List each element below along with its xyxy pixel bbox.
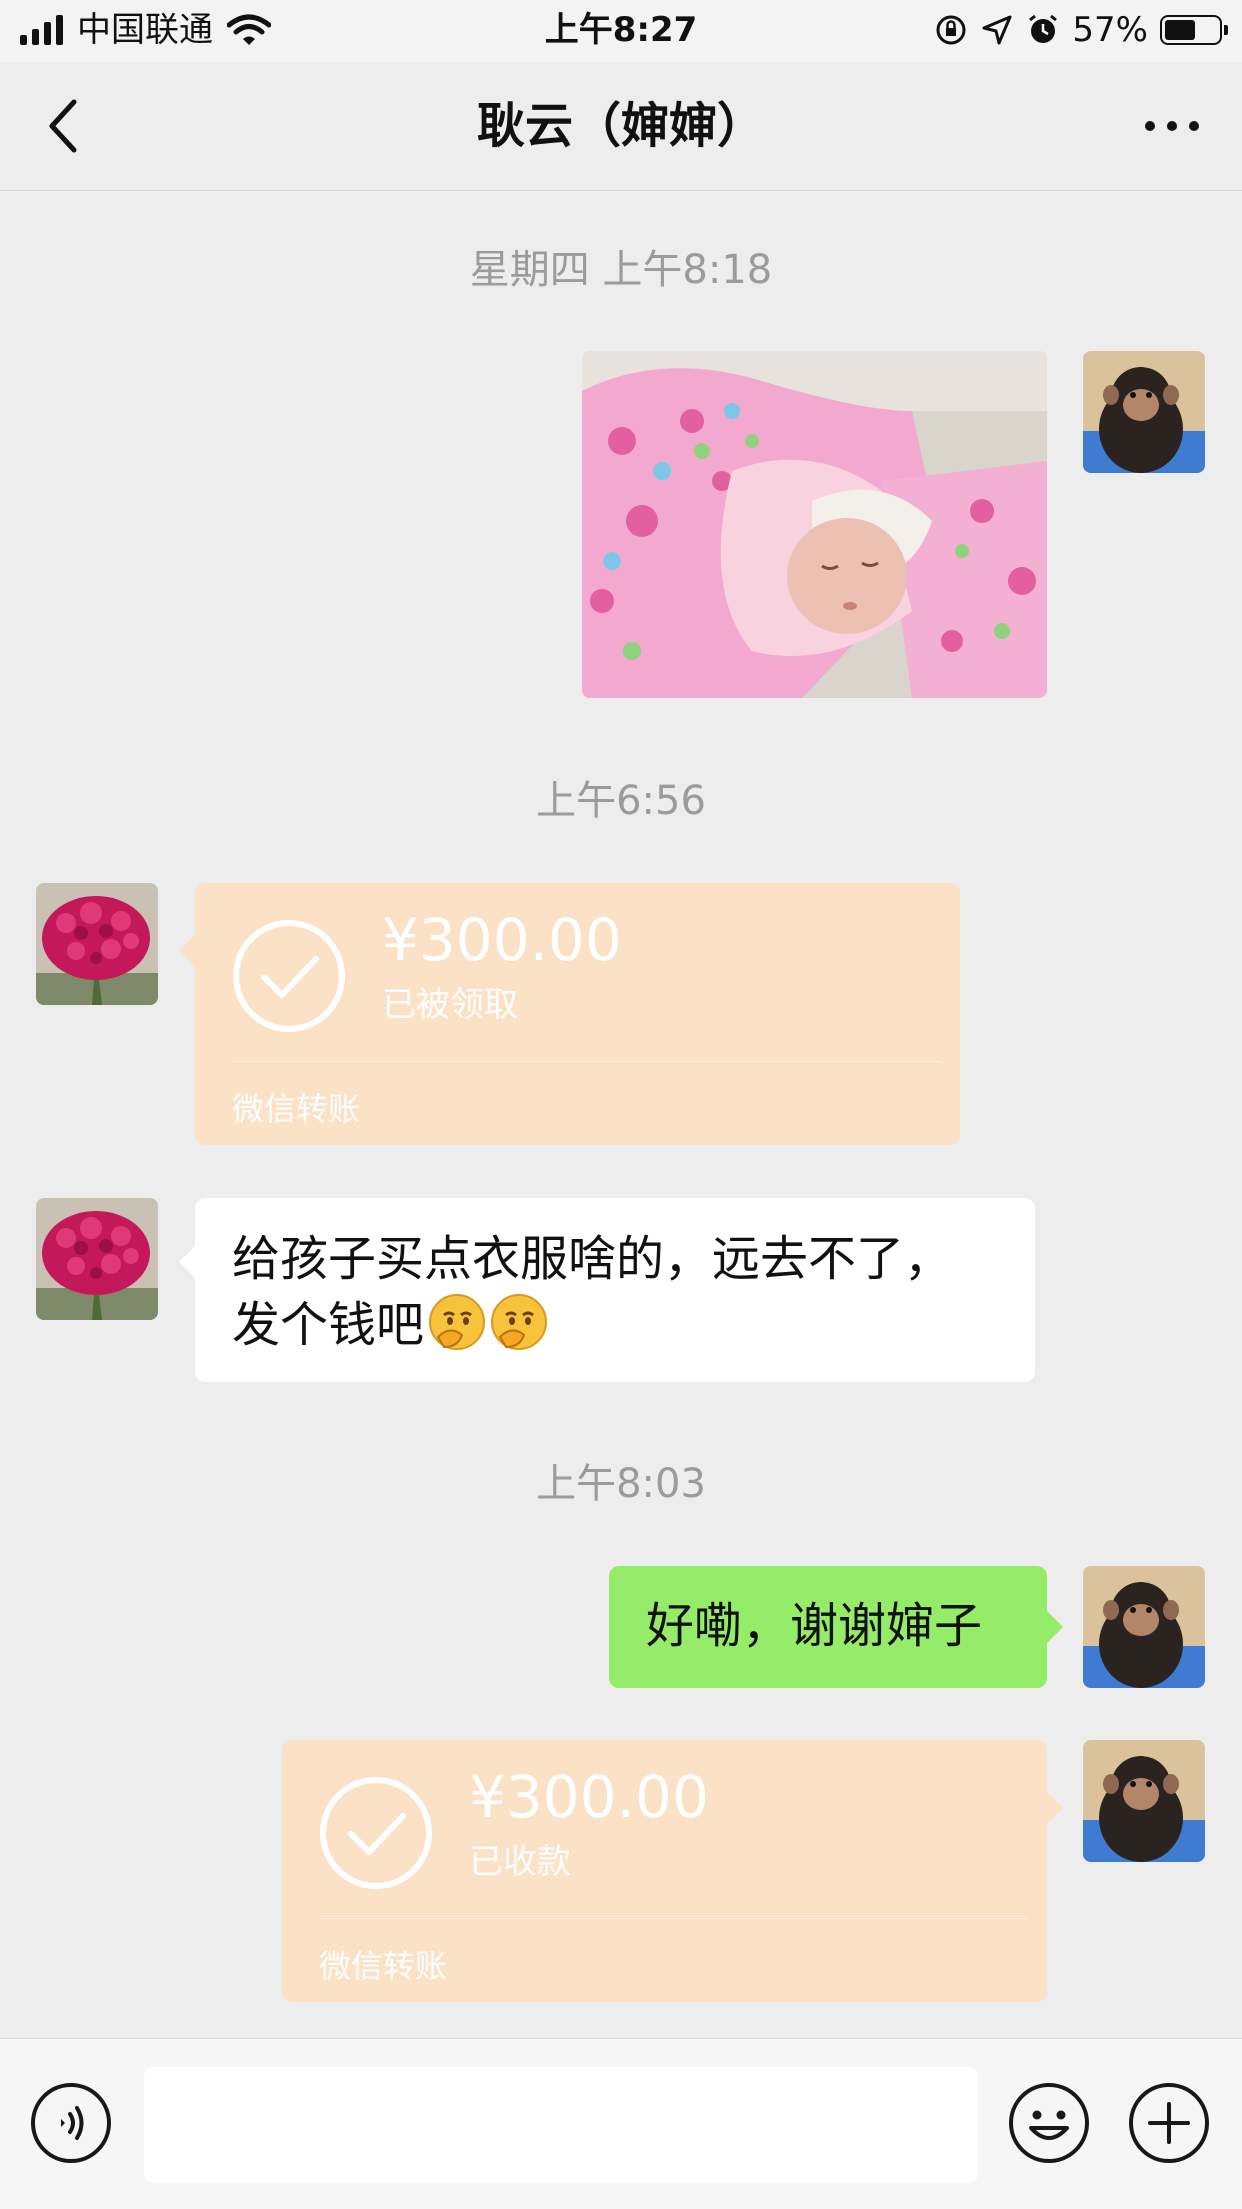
transfer-divider (232, 1061, 940, 1062)
chat-title: 耿云（婶婶） (476, 98, 765, 154)
my-avatar[interactable] (1083, 1566, 1205, 1688)
emoji-icon[interactable] (1008, 2082, 1090, 2164)
timestamp: 上午6:56 (536, 778, 706, 824)
transfer-amount: ¥300.00 (469, 1763, 709, 1831)
flower-avatar-image (36, 883, 158, 1005)
status-bar: 中国联通 上午8:27 57% (0, 0, 1242, 62)
alarm-icon (1029, 14, 1058, 43)
message-text: 发个钱吧 (232, 1297, 425, 1353)
input-bar (0, 2038, 1242, 2209)
transfer-divider (319, 1918, 1027, 1919)
photo-message[interactable] (582, 351, 1047, 698)
message-line: 给孩子买点衣服啥的，远去不了， (232, 1231, 953, 1287)
battery-percent: 57% (1072, 10, 1148, 50)
transfer-status: 已收款 (469, 1842, 571, 1882)
bubble-tail (1047, 1611, 1063, 1643)
thinking-face-emoji-icon (491, 1294, 548, 1350)
transfer-message-sent[interactable]: ¥300.00 已收款 微信转账 (282, 1740, 1063, 2002)
text-message-received[interactable]: 给孩子买点衣服啥的，远去不了， 发个钱吧 (179, 1198, 1035, 1382)
more-dots-icon[interactable] (1142, 106, 1202, 146)
plus-icon[interactable] (1128, 2082, 1210, 2164)
chimp-avatar-image (1083, 1566, 1205, 1688)
message-text: 好嘞，谢谢婶子 (646, 1598, 983, 1654)
transfer-message-received[interactable]: ¥300.00 已被领取 微信转账 (179, 883, 960, 1145)
chimp-avatar-image (1083, 351, 1205, 473)
chimp-avatar-image (1083, 1740, 1205, 1862)
timestamp: 星期四 上午8:18 (469, 247, 773, 293)
battery-icon (1160, 15, 1228, 45)
my-avatar[interactable] (1083, 351, 1205, 473)
bubble-tail (1047, 1792, 1063, 1824)
flower-avatar-image (36, 1198, 158, 1320)
bubble-tail (179, 935, 195, 967)
transfer-amount: ¥300.00 (382, 906, 622, 974)
transfer-label: 微信转账 (232, 1090, 361, 1128)
my-avatar[interactable] (1083, 1740, 1205, 1862)
message-line: 发个钱吧 (232, 1292, 1001, 1358)
contact-avatar[interactable] (36, 1198, 158, 1320)
bubble-tail (179, 1246, 195, 1278)
status-right: 57% (934, 10, 1228, 50)
transfer-status: 已被领取 (382, 985, 518, 1025)
message-input[interactable] (144, 2067, 978, 2183)
transfer-label: 微信转账 (319, 1947, 448, 1985)
rotation-lock-icon (936, 15, 966, 45)
baby-photo (582, 351, 1047, 698)
timestamp: 上午8:03 (536, 1461, 706, 1507)
contact-avatar[interactable] (36, 883, 158, 1005)
thinking-face-emoji-icon (429, 1294, 486, 1350)
voice-icon[interactable] (30, 2082, 112, 2164)
chat-header: 耿云（婶婶） (0, 62, 1242, 191)
check-circle-icon (233, 920, 345, 1032)
check-circle-icon (320, 1777, 432, 1889)
text-message-sent[interactable]: 好嘞，谢谢婶子 (609, 1566, 1063, 1688)
location-icon (982, 15, 1012, 45)
